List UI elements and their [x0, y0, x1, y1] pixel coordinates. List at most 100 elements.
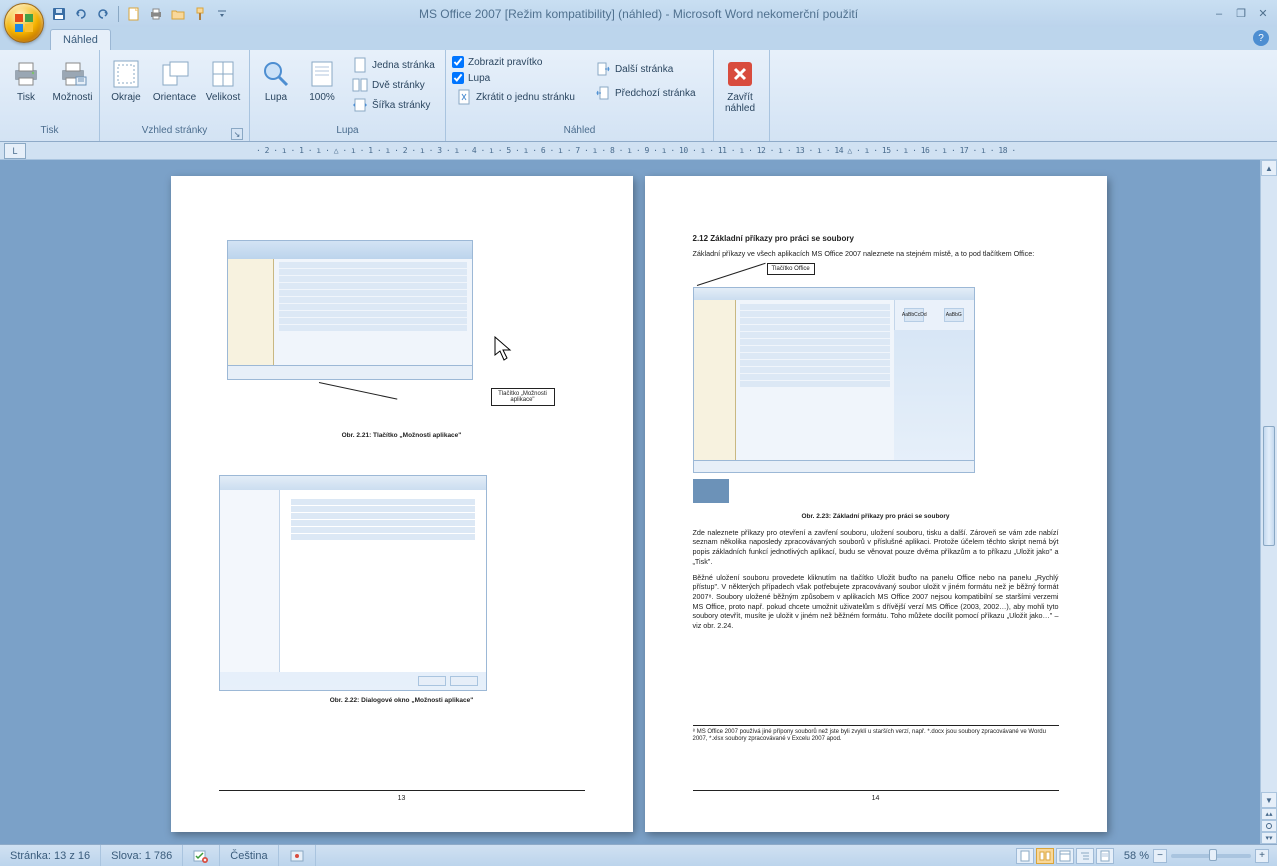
zoom-percent[interactable]: 58 %	[1124, 850, 1149, 862]
document-preview-area: Tlačítko „Možnosti aplikace" Obr. 2.21: …	[0, 160, 1277, 844]
callout-box-1: Tlačítko „Možnosti aplikace"	[491, 388, 555, 406]
margins-icon	[110, 58, 142, 90]
figure-3: AaBbCcDdAaBbG	[693, 287, 975, 473]
view-outline-button[interactable]	[1076, 848, 1094, 864]
show-ruler-checkbox[interactable]: Zobrazit pravítko	[452, 56, 579, 68]
status-proofing[interactable]	[183, 845, 220, 866]
open-icon[interactable]	[169, 5, 187, 23]
redo-icon[interactable]	[94, 5, 112, 23]
group-label-pagesetup: Vzhled stránky↘	[106, 125, 243, 141]
printer-icon	[10, 58, 42, 90]
scroll-thumb[interactable]	[1263, 426, 1275, 546]
one-page-button[interactable]: Jedna stránka	[348, 56, 439, 74]
help-button[interactable]: ?	[1253, 30, 1269, 46]
format-painter-icon[interactable]	[191, 5, 209, 23]
view-fullscreen-reading-button[interactable]	[1036, 848, 1054, 864]
shrink-page-button[interactable]: Zkrátit o jednu stránku	[452, 88, 579, 106]
new-doc-icon[interactable]	[125, 5, 143, 23]
orientation-icon	[159, 58, 191, 90]
prev-page-icon	[595, 85, 611, 101]
status-macro[interactable]	[279, 845, 316, 866]
zoom-button[interactable]: Lupa	[256, 56, 296, 105]
maximize-button[interactable]: ❐	[1233, 7, 1249, 21]
magnifier-checkbox[interactable]: Lupa	[452, 72, 579, 84]
zoom-in-button[interactable]: +	[1255, 849, 1269, 863]
print-button[interactable]: Tisk	[6, 56, 46, 105]
status-bar: Stránka: 13 z 16 Slova: 1 786 Čeština 58…	[0, 844, 1277, 866]
page-right: 2.12 Základní příkazy pro práci se soubo…	[645, 176, 1107, 832]
paragraph-3: Běžné uložení souboru provedete kliknutí…	[693, 573, 1059, 631]
figure-2-caption: Obr. 2.22: Dialogové okno „Možnosti apli…	[219, 697, 585, 704]
status-page[interactable]: Stránka: 13 z 16	[0, 845, 101, 866]
size-button[interactable]: Velikost	[203, 56, 243, 105]
tab-selector[interactable]: L	[4, 143, 26, 159]
title-bar: MS Office 2007 [Režim kompatibility] (ná…	[0, 0, 1277, 27]
group-label-print: Tisk	[6, 125, 93, 141]
zoom-slider-thumb[interactable]	[1209, 849, 1217, 861]
next-page-browse-button[interactable]: ▾▾	[1261, 832, 1277, 844]
vertical-scrollbar[interactable]: ▲ ▼ ▴▴ ▾▾	[1260, 160, 1277, 844]
footnote: ⁸ MS Office 2007 používá jiné přípony so…	[693, 725, 1059, 743]
page-width-icon	[352, 97, 368, 113]
prev-page-browse-button[interactable]: ▴▴	[1261, 808, 1277, 820]
zoom-slider-track[interactable]	[1171, 854, 1251, 858]
page-100-icon	[306, 58, 338, 90]
minimize-button[interactable]: –	[1211, 7, 1227, 21]
scroll-track[interactable]	[1261, 176, 1277, 792]
scroll-up-button[interactable]: ▲	[1261, 160, 1277, 176]
qat-customize-icon[interactable]	[213, 5, 231, 23]
ribbon-tab-row: Náhled ?	[0, 27, 1277, 50]
view-print-layout-button[interactable]	[1016, 848, 1034, 864]
office-button[interactable]	[4, 3, 44, 43]
close-button[interactable]: ✕	[1255, 7, 1271, 21]
view-draft-button[interactable]	[1096, 848, 1114, 864]
paragraph-2: Zde naleznete příkazy pro otevření a zav…	[693, 528, 1059, 567]
figure-1	[227, 240, 473, 380]
zoom-100-button[interactable]: 100%	[302, 56, 342, 105]
status-language[interactable]: Čeština	[220, 845, 278, 866]
margins-button[interactable]: Okraje	[106, 56, 146, 105]
quickprint-icon[interactable]	[147, 5, 165, 23]
group-label-preview: Náhled	[452, 125, 707, 141]
close-icon	[724, 58, 756, 90]
close-preview-button[interactable]: Zavřít náhled	[720, 56, 760, 116]
undo-icon[interactable]	[72, 5, 90, 23]
save-icon[interactable]	[50, 5, 68, 23]
proofing-icon	[193, 849, 209, 863]
group-label-zoom: Lupa	[256, 125, 439, 141]
scroll-down-button[interactable]: ▼	[1261, 792, 1277, 808]
pagesetup-launcher[interactable]: ↘	[231, 128, 243, 140]
tab-preview[interactable]: Náhled	[50, 29, 111, 50]
browse-object-button[interactable]	[1261, 820, 1277, 832]
next-page-button[interactable]: Další stránka	[591, 60, 700, 78]
section-heading: 2.12 Základní příkazy pro práci se soubo…	[693, 234, 1059, 243]
callout-box-2: Tlačítko Office	[767, 263, 815, 275]
page-left: Tlačítko „Možnosti aplikace" Obr. 2.21: …	[171, 176, 633, 832]
two-pages-button[interactable]: Dvě stránky	[348, 76, 439, 94]
ruler-bar: L · 2 · ı · 1 · ı · △ · ı · 1 · ı · 2 · …	[0, 142, 1277, 160]
paragraph-1: Základní příkazy ve všech aplikacích MS …	[693, 249, 1059, 259]
window-title: MS Office 2007 [Režim kompatibility] (ná…	[419, 7, 858, 21]
two-pages-icon	[352, 77, 368, 93]
page-number-right: 14	[693, 795, 1059, 802]
prev-page-button[interactable]: Předchozí stránka	[591, 84, 700, 102]
orientation-button[interactable]: Orientace	[152, 56, 197, 105]
figure-1-caption: Obr. 2.21: Tlačítko „Možnosti aplikace"	[219, 432, 585, 439]
shrink-page-icon	[456, 89, 472, 105]
page-number-left: 13	[219, 795, 585, 802]
horizontal-ruler[interactable]: · 2 · ı · 1 · ı · △ · ı · 1 · ı · 2 · ı …	[256, 146, 1016, 155]
status-word-count[interactable]: Slova: 1 786	[101, 845, 183, 866]
figure-3-caption: Obr. 2.23: Základní příkazy pro práci se…	[693, 513, 1059, 520]
page-width-button[interactable]: Šířka stránky	[348, 96, 439, 114]
next-page-icon	[595, 61, 611, 77]
magnifier-icon	[260, 58, 292, 90]
quick-access-toolbar	[50, 5, 231, 23]
figure-2	[219, 475, 487, 691]
page-size-icon	[207, 58, 239, 90]
one-page-icon	[352, 57, 368, 73]
print-options-button[interactable]: Možnosti	[52, 56, 93, 105]
view-web-layout-button[interactable]	[1056, 848, 1074, 864]
zoom-out-button[interactable]: −	[1153, 849, 1167, 863]
ribbon: Tisk Možnosti Tisk Okraje Orientace Veli…	[0, 50, 1277, 142]
macro-icon	[289, 849, 305, 863]
